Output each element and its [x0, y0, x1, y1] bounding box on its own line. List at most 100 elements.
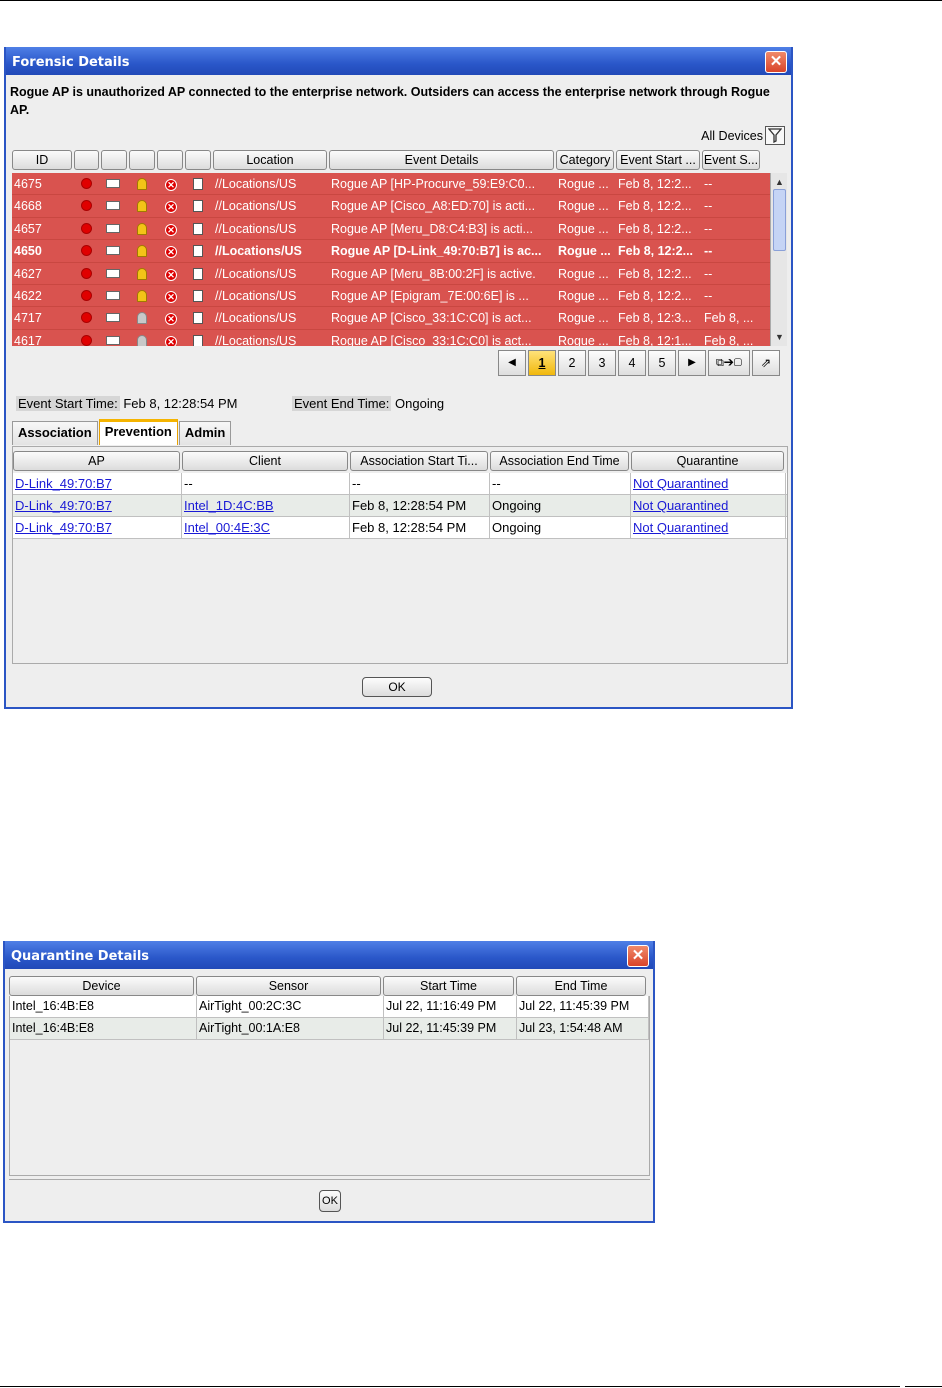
column-header-id[interactable]: ID	[12, 150, 72, 170]
alert-cell	[129, 195, 155, 216]
column-header-status[interactable]	[157, 150, 183, 170]
column-header-client[interactable]: Client	[182, 451, 348, 471]
alert-cell	[129, 263, 155, 284]
tab-association[interactable]: Association	[12, 421, 98, 445]
prevention-row[interactable]: D-Link_49:70:B7 Intel_1D:4C:BB Feb 8, 12:2…	[13, 495, 787, 517]
lock-icon	[193, 178, 203, 190]
scroll-up-icon[interactable]: ▲	[772, 175, 787, 189]
client-link[interactable]: Intel_00:4E:3C	[184, 520, 270, 535]
status-cell: ✕	[157, 195, 183, 216]
quarantine-link[interactable]: Not Quarantined	[633, 520, 728, 535]
status-cell: ✕	[157, 330, 183, 346]
column-header-lock[interactable]	[185, 150, 211, 170]
bell-icon	[137, 178, 147, 190]
prev-page-icon[interactable]: ◀	[498, 350, 526, 376]
event-details: Rogue AP [Meru_D8:C4:B3] is acti...	[331, 221, 533, 236]
column-header-category[interactable]: Category	[556, 150, 614, 170]
event-row[interactable]: 4622 ✕ //Locations/US Rogue AP [Epigram_7E:…	[12, 285, 770, 308]
event-row[interactable]: 4668 ✕ //Locations/US Rogue AP [Cisco_A8:ED…	[12, 195, 770, 218]
quarantine-ok-button[interactable]: OK	[319, 1190, 341, 1212]
event-end: Feb 8, ...	[704, 311, 754, 326]
assoc-start-cell: Feb 8, 12:28:54 PM	[350, 517, 490, 538]
event-row[interactable]: 4650 ✕ //Locations/US Rogue AP [D-Link_49:7…	[12, 240, 770, 263]
event-start: Feb 8, 12:2...	[618, 244, 694, 259]
alert-cell	[129, 330, 155, 346]
column-header-location[interactable]: Location	[213, 150, 327, 170]
column-header-assoc-start[interactable]: Association Start Ti...	[350, 451, 488, 471]
column-header-device[interactable]: Device	[9, 976, 194, 996]
client-cell: --	[182, 473, 350, 494]
ap-link[interactable]: D-Link_49:70:B7	[15, 498, 112, 513]
event-row[interactable]: 4657 ✕ //Locations/US Rogue AP [Meru_D8:C4:…	[12, 218, 770, 241]
quarantine-link[interactable]: Not Quarantined	[633, 476, 728, 491]
prevention-row[interactable]: D-Link_49:70:B7 -- -- -- Not Quarantined	[13, 473, 787, 495]
envelope-icon	[106, 179, 120, 188]
column-header-mail[interactable]	[101, 150, 127, 170]
ap-link[interactable]: D-Link_49:70:B7	[15, 520, 112, 535]
client-cell: Intel_00:4E:3C	[182, 517, 350, 538]
forensic-ok-button[interactable]: OK	[362, 677, 432, 697]
event-row[interactable]: 4717 ✕ //Locations/US Rogue AP [Cisco_33:1C…	[12, 307, 770, 330]
event-row[interactable]: 4627 ✕ //Locations/US Rogue AP [Meru_8B:00:…	[12, 263, 770, 285]
event-category: Rogue ...	[558, 221, 609, 236]
start-time-cell: Jul 22, 11:45:39 PM	[384, 1018, 517, 1039]
event-row[interactable]: 4617 ✕ //Locations/US Rogue AP [Cisco_33:1C…	[12, 330, 770, 346]
scroll-thumb[interactable]	[773, 189, 786, 251]
client-link[interactable]: Intel_1D:4C:BB	[184, 498, 274, 513]
quarantine-cell: Not Quarantined	[631, 517, 786, 538]
prevention-row[interactable]: D-Link_49:70:B7 Intel_00:4E:3C Feb 8, 12:2…	[13, 517, 787, 539]
bell-icon	[137, 312, 147, 325]
error-icon: ✕	[165, 335, 177, 346]
column-header-assoc-end[interactable]: Association End Time	[490, 451, 629, 471]
event-row[interactable]: 4675 ✕ //Locations/US Rogue AP [HP-Procurve…	[12, 173, 770, 196]
sensor-cell: AirTight_00:1A:E8	[197, 1018, 384, 1039]
event-location: //Locations/US	[215, 221, 297, 236]
column-header-event-details[interactable]: Event Details	[329, 150, 554, 170]
event-id: 4622	[14, 288, 42, 303]
event-location: //Locations/US	[215, 333, 297, 346]
column-header-event-end[interactable]: Event S...	[702, 150, 760, 170]
filter-icon[interactable]	[765, 126, 785, 145]
alert-cell	[129, 218, 155, 239]
event-id: 4657	[14, 221, 42, 236]
ap-link[interactable]: D-Link_49:70:B7	[15, 476, 112, 491]
column-header-severity[interactable]	[74, 150, 99, 170]
popout-icon[interactable]: ⇗	[752, 350, 780, 376]
column-header-alert[interactable]	[129, 150, 155, 170]
envelope-icon	[106, 290, 120, 300]
page-button-5[interactable]: 5	[648, 350, 676, 376]
column-header-ap[interactable]: AP	[13, 451, 180, 471]
end-time-cell: Jul 23, 1:54:48 AM	[517, 1018, 649, 1039]
column-header-start-time[interactable]: Start Time	[383, 976, 514, 996]
tab-prevention[interactable]: Prevention	[98, 419, 178, 445]
bell-icon	[137, 200, 147, 213]
severity-dot-icon	[81, 200, 92, 212]
event-end-label: Event End Time:	[292, 396, 392, 411]
column-header-sensor[interactable]: Sensor	[196, 976, 381, 996]
page-button-2[interactable]: 2	[558, 350, 586, 376]
threat-description: Rogue AP is unauthorized AP connected to…	[10, 85, 770, 117]
page-button-3[interactable]: 3	[588, 350, 616, 376]
column-header-end-time[interactable]: End Time	[516, 976, 646, 996]
column-header-event-start[interactable]: Event Start ...	[616, 150, 700, 170]
bell-icon	[137, 334, 147, 346]
column-header-quarantine[interactable]: Quarantine	[631, 451, 784, 471]
page-button-4[interactable]: 4	[618, 350, 646, 376]
quarantine-row[interactable]: Intel_16:4B:E8 AirTight_00:2C:3C Jul 22, 1…	[10, 996, 649, 1018]
scroll-down-icon[interactable]: ▼	[772, 330, 787, 344]
quarantine-row[interactable]: Intel_16:4B:E8 AirTight_00:1A:E8 Jul 22, 1…	[10, 1018, 649, 1040]
events-table-body: 4675 ✕ //Locations/US Rogue AP [HP-Procurve…	[12, 173, 770, 346]
lock-icon	[193, 222, 203, 235]
events-scrollbar[interactable]: ▲ ▼	[770, 173, 787, 346]
next-page-icon[interactable]: ▶	[678, 350, 706, 376]
tab-admin[interactable]: Admin	[178, 421, 232, 445]
quarantine-link[interactable]: Not Quarantined	[633, 498, 728, 513]
export-icon[interactable]: ⧉➔▢	[708, 350, 750, 376]
quarantine-close-button[interactable]: ✕	[627, 945, 649, 967]
forensic-close-button[interactable]: ✕	[765, 51, 787, 73]
ap-cell: D-Link_49:70:B7	[13, 495, 182, 516]
event-details: Rogue AP [Meru_8B:00:2F] is active.	[331, 266, 536, 281]
envelope-icon	[106, 201, 120, 211]
event-id: 4717	[14, 311, 42, 326]
page-button-1[interactable]: 1	[528, 350, 556, 376]
